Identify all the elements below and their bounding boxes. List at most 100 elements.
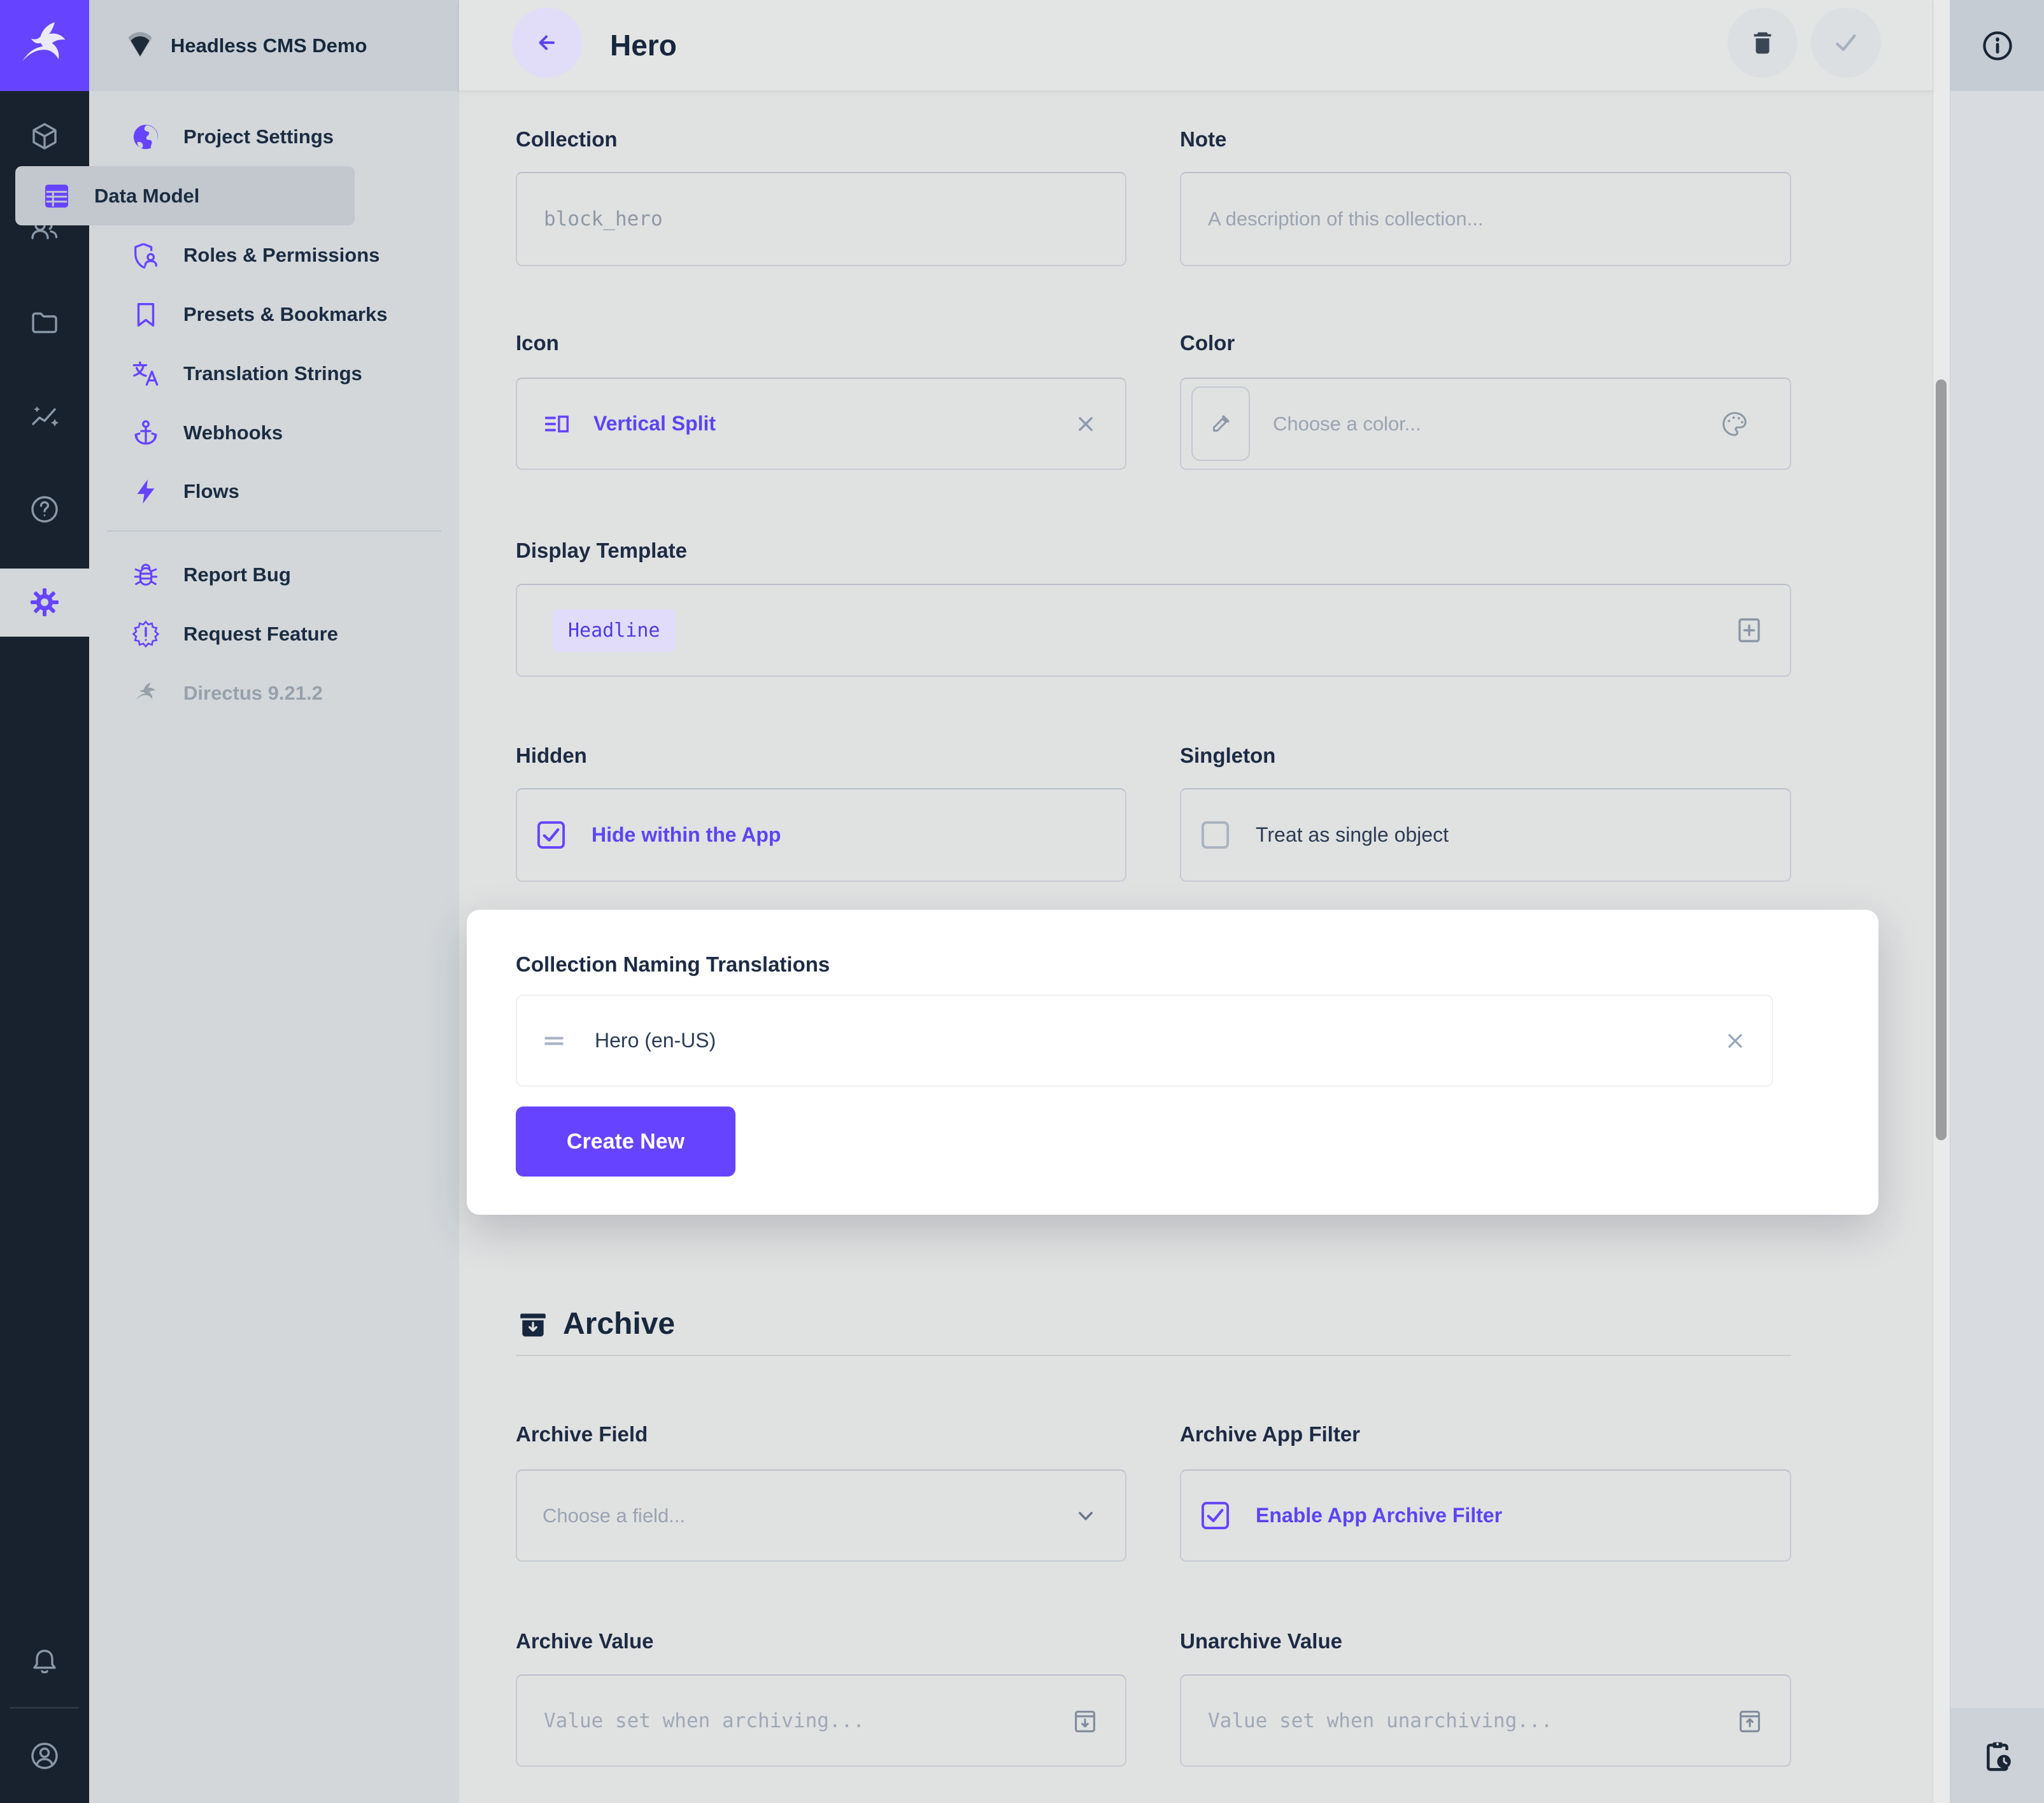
singleton-checkbox-label: Treat as single object [1256, 823, 1449, 847]
info-icon [1981, 29, 2014, 62]
translate-icon [131, 359, 160, 388]
collection-input [543, 207, 1100, 231]
revisions-sidebar-button[interactable] [1950, 1708, 2044, 1803]
sidebar-item-presets-bookmarks[interactable]: Presets & Bookmarks [89, 285, 459, 344]
sidebar-item-label: Translation Strings [183, 362, 362, 385]
checkbox-checked-icon[interactable] [536, 820, 566, 850]
new-releases-icon [131, 619, 160, 649]
sidebar-item-roles-permissions[interactable]: Roles & Permissions [89, 225, 459, 285]
archive-divider [516, 1355, 1791, 1356]
directus-app: Headless CMS Demo Project Settings Data … [0, 0, 2044, 1803]
template-chip-headline[interactable]: Headline [553, 609, 676, 652]
hidden-label: Hidden [516, 744, 587, 768]
display-template-label: Display Template [516, 539, 687, 563]
hidden-field[interactable]: Hide within the App [516, 788, 1126, 882]
module-bar-divider [10, 1707, 79, 1709]
hidden-checkbox-label: Hide within the App [592, 823, 781, 847]
project-header[interactable]: Headless CMS Demo [89, 0, 459, 91]
sidebar-item-label: Flows [183, 480, 239, 503]
sidebar-item-request-feature[interactable]: Request Feature [89, 604, 459, 663]
sidebar-item-report-bug[interactable]: Report Bug [89, 545, 459, 604]
globe-icon [131, 122, 160, 152]
color-field[interactable]: Choose a color... [1180, 378, 1791, 470]
sidebar-item-label: Project Settings [183, 125, 334, 148]
archive-value-field [516, 1674, 1126, 1767]
module-files[interactable] [0, 308, 89, 338]
archive-field-placeholder: Choose a field... [543, 1504, 685, 1527]
unarchive-value-label: Unarchive Value [1180, 1629, 1342, 1653]
table-icon [42, 181, 71, 211]
insights-chart-icon [29, 401, 60, 432]
directus-rabbit-icon [17, 18, 73, 74]
sidebar-divider [107, 530, 441, 532]
icon-value: Vertical Split [593, 412, 716, 435]
sidebar-item-project-settings[interactable]: Project Settings [89, 107, 459, 166]
sidebar-item-label: Webhooks [183, 421, 283, 444]
sidebar-item-webhooks[interactable]: Webhooks [89, 403, 459, 462]
directus-logo[interactable] [0, 0, 89, 91]
archive-app-filter-field[interactable]: Enable App Archive Filter [1180, 1469, 1791, 1562]
back-button[interactable] [512, 8, 582, 78]
icon-field[interactable]: Vertical Split [516, 378, 1126, 470]
module-settings[interactable] [0, 587, 89, 618]
notifications-bell-icon [29, 1646, 60, 1677]
unarchive-value-field [1180, 1674, 1791, 1767]
page-title: Hero [610, 28, 677, 62]
palette-icon[interactable] [1720, 409, 1749, 439]
archive-value-label: Archive Value [516, 1629, 653, 1653]
clipboard-clock-icon [1980, 1739, 2015, 1773]
module-content[interactable] [0, 121, 89, 152]
archive-field-select[interactable]: Choose a field... [516, 1469, 1126, 1562]
collection-naming-translations-card: Collection Naming Translations Hero (en-… [467, 910, 1878, 1215]
translations-label: Collection Naming Translations [516, 952, 830, 977]
icon-label: Icon [516, 331, 559, 355]
account-button[interactable] [0, 1741, 89, 1771]
scrollbar-thumb[interactable] [1936, 379, 1947, 1140]
drag-handle-icon[interactable] [540, 1027, 568, 1055]
create-new-button[interactable]: Create New [516, 1107, 735, 1177]
arrow-left-icon [532, 27, 562, 58]
clear-icon-x[interactable] [1072, 410, 1100, 438]
collection-label: Collection [516, 127, 618, 152]
translation-row[interactable]: Hero (en-US) [516, 994, 1773, 1087]
module-insights[interactable] [0, 401, 89, 432]
archive-app-filter-checkbox-label: Enable App Archive Filter [1256, 1504, 1502, 1527]
files-folder-icon [29, 308, 60, 338]
unarchive-value-input[interactable] [1207, 1709, 1735, 1733]
module-help[interactable] [0, 494, 89, 525]
bolt-icon [131, 477, 160, 506]
add-field-icon[interactable] [1734, 615, 1764, 646]
display-template-field[interactable]: Headline [516, 584, 1791, 677]
delete-collection-button[interactable] [1728, 8, 1798, 78]
translation-item-label: Hero (en-US) [595, 1029, 716, 1052]
remove-translation-icon[interactable] [1721, 1027, 1749, 1055]
sidebar-item-data-model[interactable]: Data Model [15, 166, 355, 225]
sidebar-item-flows[interactable]: Flows [89, 462, 459, 521]
unarchive-up-icon [1735, 1706, 1764, 1736]
archive-down-icon [1070, 1706, 1100, 1736]
archive-value-input[interactable] [543, 1709, 1070, 1733]
note-input[interactable] [1207, 207, 1764, 231]
sidebar-item-label: Roles & Permissions [183, 244, 380, 267]
checkbox-unchecked-icon[interactable] [1200, 820, 1230, 850]
sidebar-item-label: Presets & Bookmarks [183, 303, 388, 326]
trash-icon [1748, 28, 1777, 57]
notifications-button[interactable] [0, 1646, 89, 1677]
sidebar-item-translation-strings[interactable]: Translation Strings [89, 344, 459, 403]
help-icon [29, 494, 60, 525]
chevron-down-icon[interactable] [1072, 1502, 1100, 1530]
eyedropper-button[interactable] [1191, 386, 1250, 461]
vertical-split-icon [543, 409, 572, 439]
info-sidebar-button[interactable] [1950, 0, 2044, 91]
sidebar-item-label: Report Bug [183, 563, 291, 586]
content-cube-icon [29, 121, 60, 152]
project-name: Headless CMS Demo [171, 34, 367, 57]
checkbox-checked-icon[interactable] [1200, 1501, 1230, 1531]
sidebar-version: Directus 9.21.2 [89, 663, 459, 723]
anchor-icon [131, 418, 160, 448]
shield-person-icon [131, 241, 160, 270]
project-signal-icon [122, 28, 158, 64]
module-bar [0, 0, 89, 1803]
save-button[interactable] [1811, 8, 1881, 78]
singleton-field[interactable]: Treat as single object [1180, 788, 1791, 882]
